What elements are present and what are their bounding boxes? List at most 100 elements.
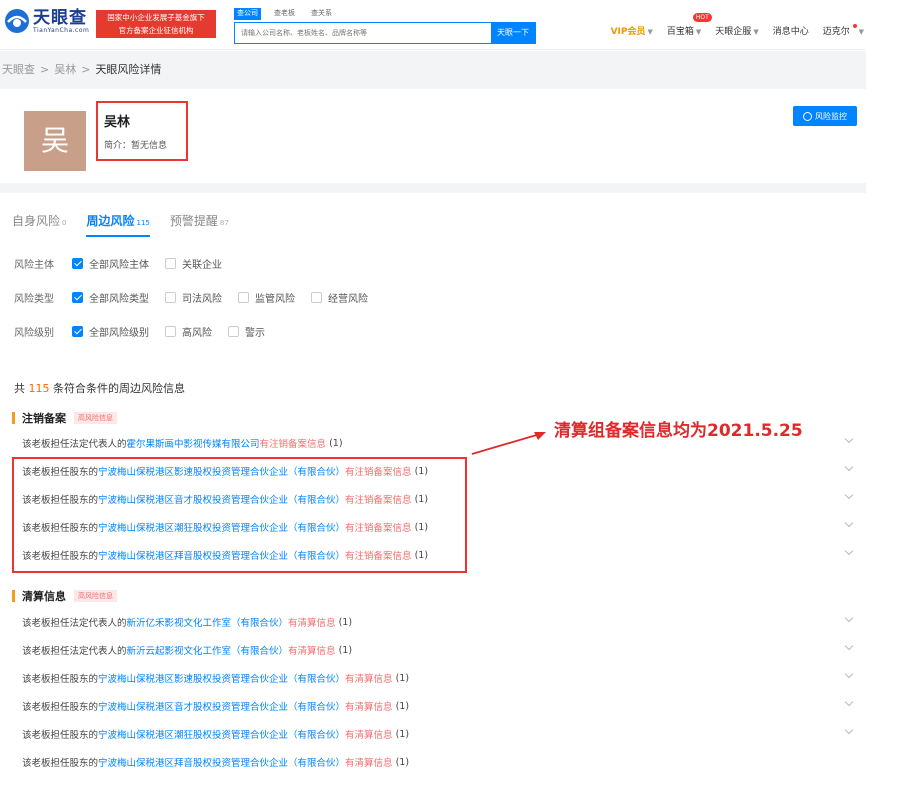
- breadcrumb-person[interactable]: 吴林: [54, 63, 76, 76]
- chevron-down-icon[interactable]: [844, 518, 854, 528]
- list-item[interactable]: 该老板担任法定代表人的 新沂亿禾影视文化工作室（有限合伙） 有清算信息 (1): [22, 612, 854, 632]
- nav-messages[interactable]: 消息中心: [773, 24, 809, 37]
- section-bar: [12, 412, 15, 424]
- row-count: (1): [395, 756, 410, 768]
- search-tab-boss[interactable]: 查老板: [271, 8, 298, 20]
- breadcrumb-home[interactable]: 天眼查: [2, 63, 35, 76]
- list-item[interactable]: 该老板担任股东的 宁波梅山保税港区潮狂股权投资管理合伙企业（有限合伙） 有清算信息 …: [22, 724, 854, 744]
- nav-enterprise[interactable]: 天眼企服 ▼: [715, 24, 758, 37]
- checkbox-checked-icon[interactable]: [72, 258, 83, 269]
- breadcrumb-separator-icon: >: [81, 63, 91, 76]
- nav-treasure-label: 百宝箱: [666, 27, 694, 37]
- chevron-down-icon[interactable]: [844, 490, 854, 500]
- person-name: 吴林: [104, 115, 131, 130]
- chevron-down-icon[interactable]: [844, 434, 854, 444]
- list-item[interactable]: 该老板担任股东的 宁波梅山保税港区音才股权投资管理合伙企业（有限合伙） 有清算信息 …: [22, 696, 854, 716]
- chevron-down-icon[interactable]: [844, 462, 854, 472]
- row-prefix: 该老板担任股东的: [22, 730, 99, 741]
- company-link[interactable]: 宁波梅山保税港区音才股权投资管理合伙企业（有限合伙）: [98, 699, 345, 713]
- company-link[interactable]: 新沂亿禾影视文化工作室（有限合伙）: [127, 615, 289, 629]
- checkbox-icon[interactable]: [165, 292, 176, 303]
- filter-option-all-type[interactable]: 全部风险类型: [72, 290, 149, 305]
- checkbox-icon[interactable]: [311, 292, 322, 303]
- chevron-down-icon[interactable]: [844, 697, 854, 707]
- filter-risk-type: 风险类型 全部风险类型 司法风险 监管风险 经营风险: [14, 290, 384, 305]
- filter-option-operational[interactable]: 经营风险: [311, 290, 368, 305]
- row-count: (1): [395, 700, 410, 712]
- site-logo[interactable]: 天眼查 TianYanCha.com: [4, 8, 89, 34]
- checkbox-icon[interactable]: [165, 326, 176, 337]
- nav-user[interactable]: 迈克尔 ▼: [823, 24, 864, 37]
- tab-surrounding-risk[interactable]: 周边风险 115: [86, 212, 150, 237]
- result-summary: 共 115 条符合条件的周边风险信息: [14, 380, 185, 396]
- risk-tag: 高风险信息: [74, 412, 117, 424]
- checkbox-checked-icon[interactable]: [72, 326, 83, 337]
- chevron-down-icon: ▼: [858, 28, 864, 36]
- option-label: 关联企业: [182, 260, 222, 271]
- search-input[interactable]: [235, 23, 491, 43]
- risk-monitor-button[interactable]: 风险监控: [793, 106, 857, 126]
- option-label: 警示: [245, 328, 265, 339]
- chevron-down-icon: ▼: [753, 28, 759, 36]
- chevron-down-icon[interactable]: [844, 725, 854, 735]
- risk-text: 有清算信息: [345, 702, 393, 713]
- logo-title: 天眼查: [33, 7, 87, 28]
- chevron-down-icon[interactable]: [844, 546, 854, 556]
- section-title: 清算信息: [22, 590, 66, 603]
- checkbox-icon[interactable]: [238, 292, 249, 303]
- search-button[interactable]: 天眼一下: [491, 23, 535, 43]
- filter-option-judicial[interactable]: 司法风险: [165, 290, 222, 305]
- monitor-icon: [803, 111, 812, 121]
- checkbox-checked-icon[interactable]: [72, 292, 83, 303]
- row-count: (1): [395, 728, 410, 740]
- risk-text: 有清算信息: [345, 730, 393, 741]
- option-label: 全部风险级别: [89, 328, 149, 339]
- chevron-down-icon[interactable]: [844, 641, 854, 651]
- checkbox-icon[interactable]: [165, 258, 176, 269]
- company-link[interactable]: 宁波梅山保税港区影速股权投资管理合伙企业（有限合伙）: [98, 671, 345, 685]
- section-liquidation-header: 清算信息 高风险信息: [12, 588, 117, 604]
- search-tab-relation[interactable]: 查关系: [308, 8, 335, 20]
- row-prefix: 该老板担任股东的: [22, 674, 99, 685]
- list-item[interactable]: 该老板担任法定代表人的 新沂云起影视文化工作室（有限合伙） 有清算信息 (1): [22, 640, 854, 660]
- annotation-text: 清算组备案信息均为2021.5.25: [554, 421, 803, 441]
- eye-logo-icon: [4, 8, 30, 34]
- top-nav: VIP会员 ▼ HOT 百宝箱 ▼ 天眼企服 ▼ 消息中心 迈克尔 ▼: [597, 13, 864, 37]
- nav-vip-label: VIP会员: [610, 27, 646, 37]
- list-item[interactable]: 该老板担任股东的 宁波梅山保税港区拜音股权投资管理合伙企业（有限合伙） 有清算信息 …: [22, 752, 852, 772]
- nav-enterprise-label: 天眼企服: [715, 27, 752, 37]
- nav-vip[interactable]: VIP会员 ▼: [611, 24, 653, 37]
- option-label: 监管风险: [255, 294, 295, 305]
- search-area: 查公司 查老板 查关系 天眼一下: [234, 8, 536, 44]
- risk-tag: 高风险信息: [74, 590, 117, 602]
- risk-text: 有清算信息: [288, 618, 336, 629]
- list-item[interactable]: 该老板担任股东的 宁波梅山保税港区影速股权投资管理合伙企业（有限合伙） 有清算信息 …: [22, 668, 854, 688]
- risk-text: 有清算信息: [345, 758, 393, 769]
- tab-label: 自身风险: [12, 214, 61, 228]
- chevron-down-icon[interactable]: [844, 669, 854, 679]
- company-link[interactable]: 新沂云起影视文化工作室（有限合伙）: [127, 643, 289, 657]
- nav-treasure[interactable]: HOT 百宝箱 ▼: [666, 13, 712, 37]
- company-link[interactable]: 霍尔果斯画中影视传媒有限公司: [127, 436, 260, 450]
- option-label: 全部风险类型: [89, 294, 149, 305]
- filter-option-warning[interactable]: 警示: [228, 324, 265, 339]
- search-tab-company[interactable]: 查公司: [234, 8, 261, 20]
- tab-warning[interactable]: 预警提醒 87: [170, 212, 229, 237]
- row-count: (1): [338, 616, 353, 628]
- row-prefix: 该老板担任股东的: [22, 758, 99, 769]
- filter-option-related-company[interactable]: 关联企业: [165, 256, 222, 271]
- promo-banner[interactable]: 国家中小企业发展子基金旗下 官方备案企业征信机构: [96, 10, 216, 38]
- filter-option-regulatory[interactable]: 监管风险: [238, 290, 295, 305]
- top-header: 天眼查 TianYanCha.com 国家中小企业发展子基金旗下 官方备案企业征…: [0, 0, 866, 50]
- filter-label: 风险类型: [14, 294, 54, 305]
- filter-option-all-level[interactable]: 全部风险级别: [72, 324, 149, 339]
- row-count: (1): [395, 672, 410, 684]
- checkbox-icon[interactable]: [228, 326, 239, 337]
- company-link[interactable]: 宁波梅山保税港区潮狂股权投资管理合伙企业（有限合伙）: [98, 727, 345, 741]
- company-link[interactable]: 宁波梅山保税港区拜音股权投资管理合伙企业（有限合伙）: [98, 755, 345, 769]
- filter-option-all-subject[interactable]: 全部风险主体: [72, 256, 149, 271]
- risk-text: 有注销备案信息: [259, 439, 327, 450]
- filter-option-high-risk[interactable]: 高风险: [165, 324, 212, 339]
- chevron-down-icon[interactable]: [844, 613, 854, 623]
- tab-self-risk[interactable]: 自身风险 0: [12, 212, 66, 237]
